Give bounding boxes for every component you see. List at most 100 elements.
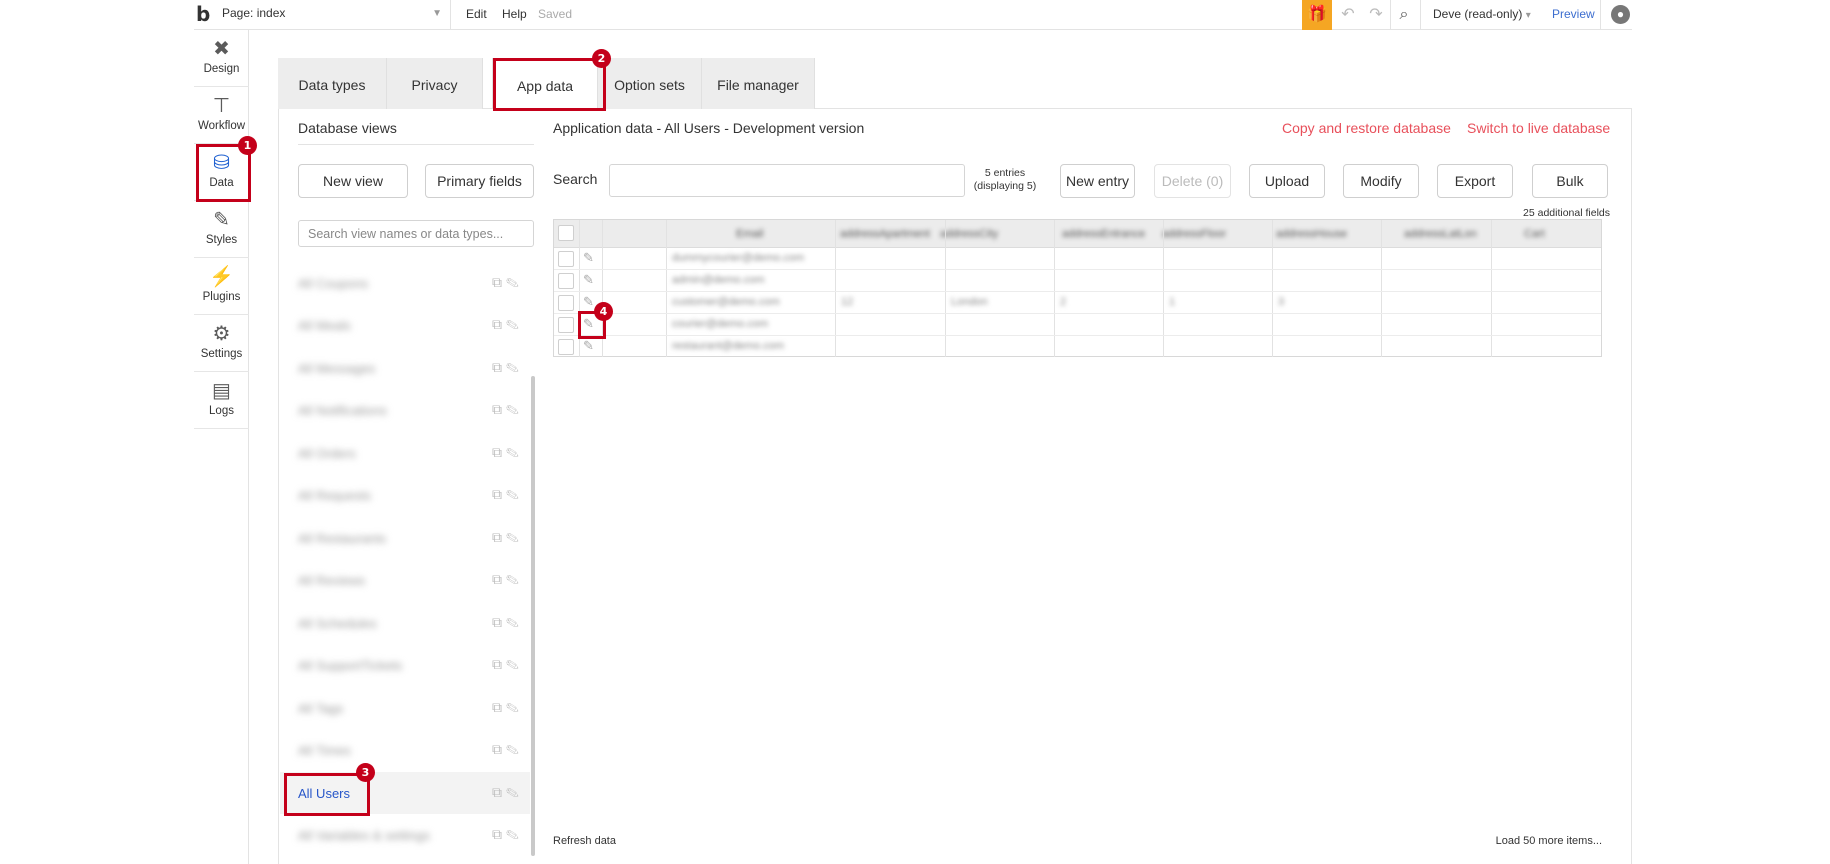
column-header[interactable]: addressEntrance <box>1062 228 1145 240</box>
copy-edit-icons[interactable]: ⧉✎ <box>492 614 523 631</box>
switch-live-link[interactable]: Switch to live database <box>1467 120 1610 136</box>
copy-edit-icons[interactable]: ⧉✎ <box>492 359 523 376</box>
row-checkbox[interactable] <box>558 295 574 311</box>
row-checkbox[interactable] <box>558 273 574 289</box>
column-header[interactable]: addressHouse <box>1276 228 1347 240</box>
pencil-icon[interactable]: ✎ <box>583 272 594 288</box>
table-row[interactable]: ✎ restaurant@demo.com <box>554 336 1601 358</box>
delete-button[interactable]: Delete (0) <box>1154 164 1231 198</box>
copy-edit-icons[interactable]: ⧉✎ <box>492 486 523 503</box>
pencil-icon[interactable]: ✎ <box>583 250 594 266</box>
tab-file-manager[interactable]: File manager <box>702 58 815 109</box>
upload-button[interactable]: Upload <box>1249 164 1325 198</box>
bubble-logo-icon[interactable]: b <box>196 2 218 26</box>
menu-edit[interactable]: Edit <box>466 7 487 21</box>
new-entry-button[interactable]: New entry <box>1060 164 1135 198</box>
pencil-icon[interactable]: ✎ <box>583 338 594 354</box>
table-row[interactable]: ✎ customer@demo.com 12 London 2 1 3 <box>554 292 1601 314</box>
page-selector[interactable]: Page: index ▼ <box>222 6 444 24</box>
divider <box>1390 0 1391 30</box>
sidebar-item-design[interactable]: ✖ Design <box>194 30 249 87</box>
new-view-button[interactable]: New view <box>298 164 408 198</box>
table-row[interactable]: ✎ dummycourier@demo.com <box>554 248 1601 270</box>
gift-icon[interactable]: 🎁 <box>1302 0 1332 30</box>
sidebar-item-label: Styles <box>205 234 238 246</box>
refresh-data-link[interactable]: Refresh data <box>553 835 616 847</box>
list-item[interactable]: All Restaurants ⧉✎ <box>280 517 530 559</box>
sidebar-item-workflow[interactable]: ⊤ Workflow <box>194 87 249 144</box>
annotation-badge: 2 <box>592 49 611 68</box>
table-row[interactable]: ✎ courier@demo.com <box>554 314 1601 336</box>
account-icon[interactable]: ● <box>1611 5 1630 24</box>
additional-fields-label[interactable]: 25 additional fields <box>1510 207 1610 219</box>
view-name: All Requests <box>298 488 371 503</box>
copy-edit-icons[interactable]: ⧉✎ <box>492 274 523 291</box>
copy-edit-icons[interactable]: ⧉✎ <box>492 571 523 588</box>
modify-button[interactable]: Modify <box>1343 164 1419 198</box>
column-header[interactable]: addressCity <box>940 228 998 240</box>
primary-fields-button[interactable]: Primary fields <box>425 164 534 198</box>
table-cell: London <box>951 296 988 308</box>
pencil-icon[interactable]: ✎ <box>583 294 594 310</box>
search-input[interactable] <box>609 164 965 197</box>
views-scrollbar[interactable] <box>531 376 535 856</box>
row-checkbox[interactable] <box>558 339 574 355</box>
list-item[interactable]: All Tags ⧉✎ <box>280 687 530 729</box>
copy-edit-icons[interactable]: ⧉✎ <box>492 784 523 801</box>
list-item[interactable]: All Times ⧉✎ <box>280 729 530 771</box>
list-item[interactable]: All Schedules ⧉✎ <box>280 602 530 644</box>
copy-edit-icons[interactable]: ⧉✎ <box>492 741 523 758</box>
search-icon[interactable]: ⌕ <box>1394 5 1414 25</box>
select-all-checkbox[interactable] <box>558 225 574 241</box>
list-item[interactable]: All Reviews ⧉✎ <box>280 559 530 601</box>
list-item[interactable]: All Variables & settings ⧉✎ <box>280 814 530 856</box>
export-button[interactable]: Export <box>1437 164 1513 198</box>
column-header[interactable]: Email <box>736 228 764 240</box>
copy-restore-link[interactable]: Copy and restore database <box>1282 120 1451 136</box>
list-item[interactable]: All Meals ⧉✎ <box>280 304 530 346</box>
list-item[interactable]: All Messages ⧉✎ <box>280 347 530 389</box>
annotation-badge: 4 <box>594 302 613 321</box>
search-views-input[interactable]: Search view names or data types... <box>298 220 534 247</box>
divider <box>1420 0 1421 30</box>
column-header[interactable]: addressApartment <box>840 228 930 240</box>
copy-edit-icons[interactable]: ⧉✎ <box>492 699 523 716</box>
table-row[interactable]: ✎ admin@demo.com <box>554 270 1601 292</box>
column-header[interactable]: addressLatLon <box>1404 228 1477 240</box>
column-header[interactable]: addressFloor <box>1162 228 1226 240</box>
redo-icon[interactable]: ↷ <box>1366 5 1386 25</box>
copy-edit-icons[interactable]: ⧉✎ <box>492 444 523 461</box>
table-cell: 2 <box>1060 296 1067 308</box>
sidebar-item-plugins[interactable]: ⚡ Plugins <box>194 258 249 315</box>
sidebar-item-styles[interactable]: ✎ Styles <box>194 201 249 258</box>
column-header[interactable]: Cart <box>1524 228 1545 240</box>
load-more-link[interactable]: Load 50 more items... <box>1470 835 1602 847</box>
sidebar-item-logs[interactable]: ▤ Logs <box>194 372 249 429</box>
copy-edit-icons[interactable]: ⧉✎ <box>492 656 523 673</box>
tab-option-sets[interactable]: Option sets <box>598 58 702 109</box>
copy-edit-icons[interactable]: ⧉✎ <box>492 401 523 418</box>
list-item[interactable]: All Notifications ⧉✎ <box>280 389 530 431</box>
list-item[interactable]: All Orders ⧉✎ <box>280 432 530 474</box>
user-menu[interactable]: Deve (read-only) ▾ <box>1433 7 1531 21</box>
list-item[interactable]: All Requests ⧉✎ <box>280 474 530 516</box>
list-item[interactable]: All Coupons ⧉✎ <box>280 262 530 304</box>
sidebar-item-settings[interactable]: ⚙ Settings <box>194 315 249 372</box>
copy-edit-icons[interactable]: ⧉✎ <box>492 529 523 546</box>
copy-edit-icons[interactable]: ⧉✎ <box>492 316 523 333</box>
tab-privacy[interactable]: Privacy <box>387 58 483 109</box>
preview-link[interactable]: Preview <box>1552 7 1595 21</box>
chevron-down-icon: ▾ <box>1525 10 1531 21</box>
view-name: All Reviews <box>298 573 366 588</box>
row-checkbox[interactable] <box>558 251 574 267</box>
tab-data-types[interactable]: Data types <box>278 58 387 109</box>
view-name: All Times <box>298 743 351 758</box>
row-checkbox[interactable] <box>558 317 574 333</box>
menu-help[interactable]: Help <box>502 7 527 21</box>
copy-edit-icons[interactable]: ⧉✎ <box>492 826 523 843</box>
document-icon: ▤ <box>212 380 231 402</box>
list-item[interactable]: All SupportTickets ⧉✎ <box>280 644 530 686</box>
bulk-button[interactable]: Bulk <box>1532 164 1608 198</box>
undo-icon[interactable]: ↶ <box>1338 5 1358 25</box>
workflow-icon: ⊤ <box>212 95 231 117</box>
